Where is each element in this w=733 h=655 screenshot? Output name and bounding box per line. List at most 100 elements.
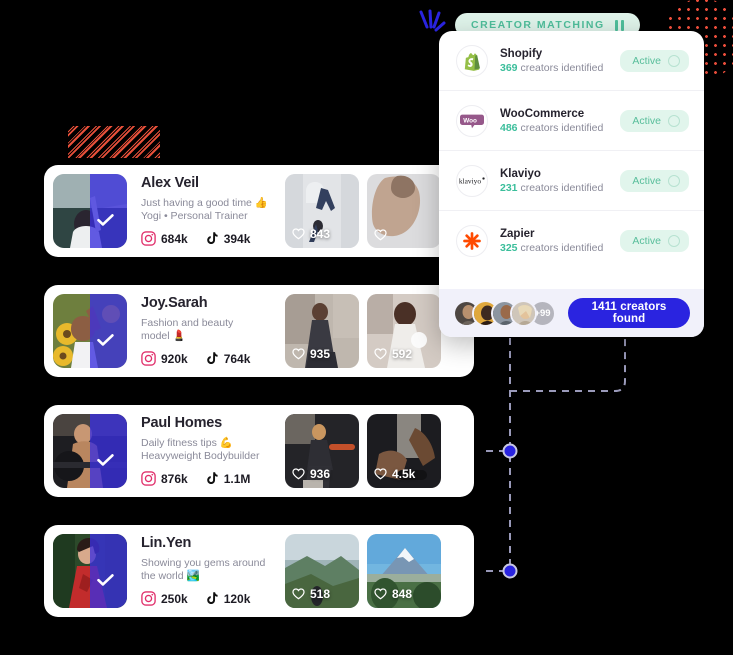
zapier-logo-icon	[456, 225, 488, 257]
diagonal-hatch-decoration	[68, 126, 160, 158]
creator-card[interactable]: Lin.Yen Showing you gems around the worl…	[44, 525, 474, 617]
like-count: 848	[374, 587, 412, 601]
heart-icon	[374, 229, 387, 241]
avatar	[510, 299, 537, 327]
brand-creator-count: 369 creators identified	[500, 62, 620, 74]
brand-meta: WooCommerce 486 creators identified	[488, 108, 620, 134]
post-thumbnail[interactable]: 843	[285, 174, 359, 248]
post-thumbnail[interactable]: 518	[285, 534, 359, 608]
instagram-stat: 876k	[141, 471, 188, 487]
brand-row-klaviyo[interactable]: klaviyo Klaviyo 231 creators identified …	[439, 151, 704, 211]
avatar-selected-overlay	[90, 174, 127, 248]
brand-creator-count: 325 creators identified	[500, 242, 620, 254]
brand-count-value: 231	[500, 181, 518, 194]
post-thumbnail[interactable]: 848	[367, 534, 441, 608]
klaviyo-logo-icon: klaviyo	[456, 164, 488, 197]
brand-creator-count: 231 creators identified	[500, 182, 620, 194]
post-thumbnail[interactable]: 936	[285, 414, 359, 488]
tiktok-icon	[206, 352, 218, 365]
creator-bio-line1: Just having a good time 👍	[141, 196, 268, 209]
creator-post-thumbnails: 935 592	[279, 294, 441, 368]
heart-icon	[292, 228, 305, 240]
heart-icon	[292, 348, 305, 360]
like-value: 592	[392, 347, 413, 361]
creator-info: Paul Homes Daily fitness tips 💪 Heavywei…	[127, 414, 279, 487]
shopify-logo-icon	[456, 44, 488, 77]
pause-icon[interactable]	[614, 19, 624, 31]
svg-text:klaviyo: klaviyo	[459, 176, 482, 185]
creator-card[interactable]: Paul Homes Daily fitness tips 💪 Heavywei…	[44, 405, 474, 497]
creator-avatar	[53, 534, 127, 608]
like-value: 936	[310, 467, 331, 481]
tiktok-icon	[206, 472, 218, 485]
status-toggle-woocommerce[interactable]: Active	[620, 109, 689, 132]
creator-bio-line2: model 💄	[141, 329, 186, 342]
like-value: 518	[310, 587, 331, 601]
status-toggle-klaviyo[interactable]: Active	[620, 169, 689, 192]
creator-avatar	[53, 414, 127, 488]
brand-count-suffix: creators identified	[517, 61, 604, 74]
brand-name: Shopify	[500, 47, 543, 60]
creator-matching-panel: Shopify 369 creators identified Active W…	[439, 31, 704, 337]
instagram-stat: 920k	[141, 351, 188, 367]
like-count: 843	[292, 227, 330, 241]
status-toggle-zapier[interactable]: Active	[620, 230, 689, 252]
panel-footer: +99 1411 creators found	[439, 289, 704, 337]
shopify-glyph	[464, 52, 481, 71]
post-thumbnail[interactable]: 592	[367, 294, 441, 368]
like-value: 843	[310, 227, 331, 241]
tiktok-followers: 394k	[223, 231, 251, 246]
creator-post-thumbnails: 843	[279, 174, 441, 248]
brand-row-zapier[interactable]: Zapier 325 creators identified Active	[439, 211, 704, 271]
brand-row-shopify[interactable]: Shopify 369 creators identified Active	[439, 31, 704, 91]
zapier-glyph	[463, 232, 481, 250]
avatar-selected-overlay	[90, 414, 127, 488]
creator-stats: 250k 120k	[141, 591, 279, 607]
tiktok-icon	[206, 232, 218, 245]
toggle-knob-icon	[668, 114, 680, 127]
avatar-selected-overlay	[90, 294, 127, 368]
creators-found-button[interactable]: 1411 creators found	[568, 298, 690, 328]
creator-bio-line1: Fashion and beauty	[141, 316, 234, 329]
toggle-knob-icon	[668, 54, 680, 67]
tiktok-icon	[206, 592, 218, 605]
matched-creator-avatars: +99	[453, 299, 556, 327]
instagram-followers: 876k	[161, 471, 188, 486]
instagram-icon	[141, 471, 156, 487]
like-count	[374, 229, 392, 241]
tiktok-stat: 394k	[204, 231, 251, 246]
like-count: 592	[374, 347, 412, 361]
creator-name: Alex Veil	[141, 174, 199, 191]
creator-stats: 920k 764k	[141, 351, 279, 367]
post-thumbnail[interactable]: 935	[285, 294, 359, 368]
creator-bio: Fashion and beauty model 💄	[141, 317, 279, 344]
avatar-selected-overlay	[90, 534, 127, 608]
creator-card[interactable]: Joy.Sarah Fashion and beauty model 💄 920…	[44, 285, 474, 377]
creator-bio-line2: Yogi • Personal Trainer	[141, 209, 248, 222]
like-count: 935	[292, 347, 330, 361]
tiktok-followers: 764k	[223, 351, 251, 366]
toggle-knob-icon	[668, 235, 680, 247]
creator-info: Joy.Sarah Fashion and beauty model 💄 920…	[127, 295, 279, 367]
instagram-icon	[141, 351, 156, 367]
tiktok-stat: 764k	[204, 351, 251, 366]
brand-meta: Klaviyo 231 creators identified	[488, 168, 620, 194]
brand-count-suffix: creators identified	[517, 181, 604, 194]
creator-stats: 876k 1.1M	[141, 471, 279, 487]
brand-name: Zapier	[500, 228, 535, 240]
tiktok-followers: 1.1M	[223, 471, 251, 486]
status-label: Active	[632, 174, 661, 187]
status-toggle-shopify[interactable]: Active	[620, 49, 689, 72]
creator-card[interactable]: Alex Veil Just having a good time 👍 Yogi…	[44, 165, 474, 257]
post-thumbnail[interactable]: 4.5k	[367, 414, 441, 488]
post-thumbnail[interactable]	[367, 174, 441, 248]
check-icon	[97, 574, 114, 586]
creator-name: Paul Homes	[141, 414, 222, 431]
toggle-knob-icon	[668, 174, 680, 187]
brand-row-woocommerce[interactable]: Woo WooCommerce 486 creators identified …	[439, 91, 704, 151]
heart-icon	[374, 348, 387, 360]
creator-matching-label: CREATOR MATCHING	[471, 19, 605, 31]
brand-creator-count: 486 creators identified	[500, 122, 620, 134]
brand-name: WooCommerce	[500, 107, 585, 120]
brand-meta: Shopify 369 creators identified	[488, 48, 620, 74]
